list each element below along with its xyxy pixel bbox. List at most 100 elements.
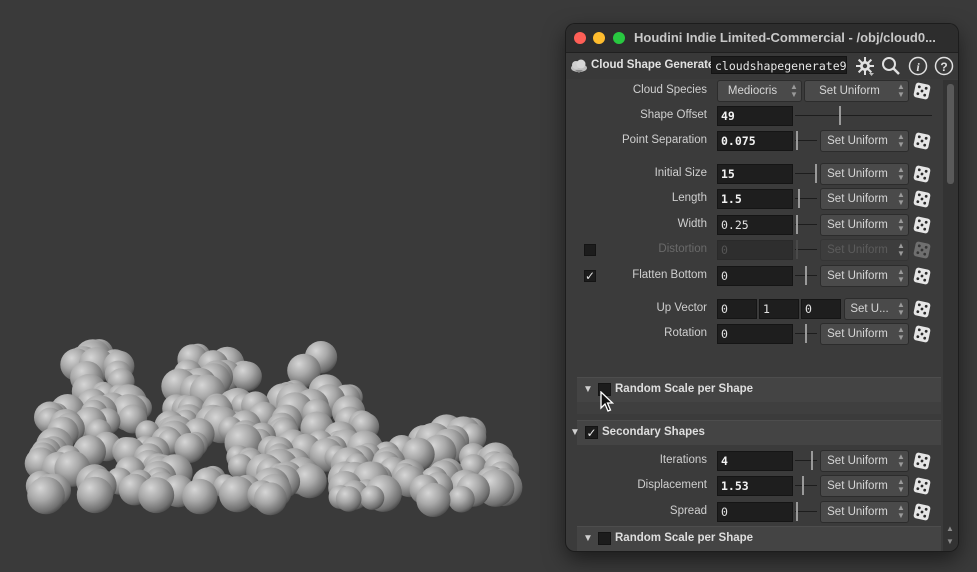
width-slider[interactable]: [795, 215, 817, 234]
iterations-field[interactable]: 4: [717, 451, 793, 471]
slider-handle[interactable]: [802, 476, 804, 495]
point-separation-field[interactable]: 0.075: [717, 131, 793, 151]
set-uniform-button[interactable]: Set Uniform ▲ ▼: [820, 265, 909, 287]
button-label: Set Uniform: [827, 244, 888, 256]
dice-icon[interactable]: [913, 216, 931, 234]
set-uniform-button[interactable]: Set Uniform ▲ ▼: [820, 163, 909, 185]
dice-icon[interactable]: [913, 82, 931, 100]
folder-secondary-shapes[interactable]: ▼ ✓ Secondary Shapes: [570, 420, 941, 445]
dice-icon[interactable]: [913, 132, 931, 150]
param-label: Point Separation: [621, 134, 707, 146]
dice-icon[interactable]: [913, 267, 931, 285]
param-label: Iterations: [659, 454, 707, 466]
up-vector-y-field[interactable]: 1: [759, 299, 799, 319]
parameter-pane: Cloud Species Mediocris ▲ ▼ Set Uniform ▲…: [566, 80, 943, 551]
param-cloud-species: Cloud Species Mediocris ▲ ▼ Set Uniform ▲…: [566, 80, 943, 102]
secondary-shapes-checkbox[interactable]: ✓: [585, 426, 598, 439]
menu-value: Mediocris: [727, 85, 778, 97]
set-uniform-button[interactable]: Set Uniform ▲ ▼: [804, 80, 909, 102]
displacement-field[interactable]: 1.53: [717, 476, 793, 496]
flatten-bottom-slider[interactable]: [795, 266, 817, 285]
length-field[interactable]: 1.5: [717, 189, 793, 209]
cloud-icon: [571, 59, 587, 73]
title-bar[interactable]: Houdini Indie Limited-Commercial - /obj/…: [566, 24, 958, 53]
dice-icon[interactable]: [913, 165, 931, 183]
scroll-down-arrow-icon[interactable]: ▼: [946, 537, 954, 546]
distortion-toggle-checkbox[interactable]: [584, 244, 596, 256]
slider-handle[interactable]: [811, 451, 813, 470]
length-slider[interactable]: [795, 189, 817, 208]
slider-handle[interactable]: [805, 266, 807, 285]
node-name-field[interactable]: cloudshapegenerate9: [711, 56, 847, 74]
set-uniform-button[interactable]: Set Uniform ▲ ▼: [820, 475, 909, 497]
help-icon[interactable]: ?: [934, 56, 954, 76]
flatten-bottom-toggle-checkbox[interactable]: ✓: [584, 270, 596, 282]
close-window-button[interactable]: [574, 32, 586, 44]
folder-random-scale-per-shape[interactable]: ▼ Random Scale per Shape: [577, 377, 941, 402]
up-vector-x-field[interactable]: 0: [717, 299, 757, 319]
expand-triangle-icon[interactable]: ▼: [583, 533, 593, 544]
flatten-bottom-field[interactable]: 0: [717, 266, 793, 286]
info-icon[interactable]: i: [908, 56, 928, 76]
up-vector-z-field[interactable]: 0: [801, 299, 841, 319]
set-uniform-button[interactable]: Set Uniform ▲ ▼: [820, 501, 909, 523]
rotation-field[interactable]: 0: [717, 324, 793, 344]
set-uniform-button[interactable]: Set Uniform ▲ ▼: [820, 214, 909, 236]
scrollbar-thumb[interactable]: [947, 84, 954, 184]
slider-handle[interactable]: [839, 106, 841, 125]
iterations-slider[interactable]: [795, 451, 817, 470]
initial-size-slider[interactable]: [795, 164, 817, 183]
slider-handle[interactable]: [796, 502, 798, 521]
distortion-slider: [795, 240, 817, 259]
slider-handle[interactable]: [796, 131, 798, 150]
folder-body: [577, 402, 941, 414]
expand-triangle-icon[interactable]: ▼: [570, 427, 580, 438]
scrollbar[interactable]: ▲ ▼: [943, 80, 958, 551]
dice-icon[interactable]: [913, 300, 931, 318]
set-uniform-button[interactable]: Set Uniform ▲ ▼: [820, 323, 909, 345]
random-scale-checkbox[interactable]: [598, 532, 611, 545]
shape-offset-field[interactable]: 49: [717, 106, 793, 126]
button-label: Set Uniform: [827, 270, 888, 282]
expand-triangle-icon[interactable]: ▼: [583, 384, 593, 395]
scroll-up-arrow-icon[interactable]: ▲: [946, 524, 954, 533]
cloud-sphere: [359, 485, 385, 510]
gear-icon[interactable]: [855, 56, 875, 76]
rotation-slider[interactable]: [795, 324, 817, 343]
zoom-window-button[interactable]: [613, 32, 625, 44]
shape-offset-slider[interactable]: [795, 106, 932, 125]
set-uniform-button[interactable]: Set Uniform ▲ ▼: [820, 188, 909, 210]
viewport-cloud-preview[interactable]: [0, 0, 560, 572]
dice-icon[interactable]: [913, 190, 931, 208]
param-label: Shape Offset: [640, 109, 707, 121]
spread-slider[interactable]: [795, 502, 817, 521]
folder-title: Random Scale per Shape: [615, 383, 754, 395]
dice-icon[interactable]: [913, 452, 931, 470]
dice-icon[interactable]: [913, 477, 931, 495]
dice-icon[interactable]: [913, 325, 931, 343]
initial-size-field[interactable]: 15: [717, 164, 793, 184]
param-label: Distortion: [658, 243, 707, 255]
slider-handle[interactable]: [796, 215, 798, 234]
displacement-slider[interactable]: [795, 476, 817, 495]
slider-handle[interactable]: [815, 164, 817, 183]
param-point-separation: Point Separation 0.075 Set Uniform ▲ ▼: [566, 130, 943, 152]
cloud-sphere: [182, 478, 218, 515]
set-uniform-button[interactable]: Set Uniform ▲ ▼: [820, 450, 909, 472]
dice-icon[interactable]: [913, 503, 931, 521]
folder-random-scale-per-shape[interactable]: ▼ Random Scale per Shape: [577, 526, 941, 551]
param-label: Length: [671, 192, 707, 204]
width-field[interactable]: 0.25: [717, 215, 793, 235]
cloud-sphere: [232, 361, 262, 392]
point-separation-slider[interactable]: [795, 131, 817, 150]
search-icon[interactable]: [881, 56, 901, 76]
slider-handle[interactable]: [798, 189, 800, 208]
set-uniform-button[interactable]: Set Uniform ▲ ▼: [820, 130, 909, 152]
param-shape-offset: Shape Offset 49: [566, 105, 943, 127]
param-label: Displacement: [637, 479, 707, 491]
slider-handle[interactable]: [805, 324, 807, 343]
minimize-window-button[interactable]: [593, 32, 605, 44]
set-uniform-button[interactable]: Set U... ▲ ▼: [844, 298, 909, 320]
cloud-species-menu[interactable]: Mediocris ▲ ▼: [717, 80, 802, 102]
spread-field[interactable]: 0: [717, 502, 793, 522]
